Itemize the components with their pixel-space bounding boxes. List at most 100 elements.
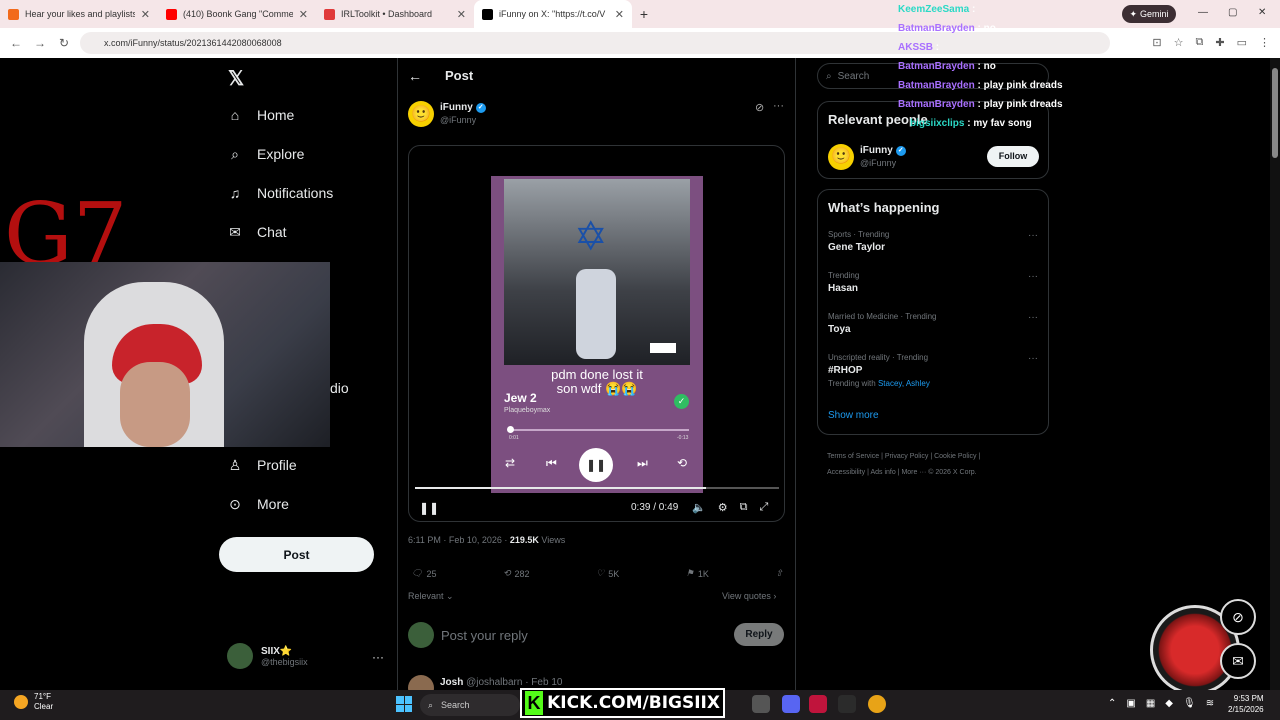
volume-icon[interactable]: 🔈 <box>692 501 706 514</box>
reply-button[interactable]: Reply <box>734 623 784 646</box>
chrome-icon[interactable] <box>868 695 886 713</box>
trend-item[interactable]: Sports · Trending Gene Taylor <box>828 230 889 253</box>
microphone-icon[interactable]: 🎙 <box>1183 698 1196 709</box>
chat-message: KeemZeeSama : <box>898 0 1098 19</box>
back-arrow-icon[interactable]: ← <box>4 36 28 50</box>
extension-icon[interactable]: ⧉ <box>1196 36 1204 49</box>
song-remaining: -0:13 <box>677 435 689 441</box>
grok-icon[interactable]: ⊘ <box>755 101 764 114</box>
show-more-link[interactable]: Show more <box>828 410 879 421</box>
avatar[interactable]: 🙂 <box>828 144 854 170</box>
trend-item[interactable]: Unscripted reality · Trending #RHOP Trendi… <box>828 353 930 388</box>
like-action[interactable]: ♡ 5K <box>596 568 619 579</box>
more-icon[interactable]: ··· <box>1028 271 1038 282</box>
tab-ifunny-x[interactable]: iFunny on X: "https://t.co/V ✕ <box>474 0 632 28</box>
youtube-icon <box>166 8 177 20</box>
reply-input[interactable]: Post your reply <box>441 628 528 643</box>
trend-item[interactable]: Trending Hasan <box>828 271 859 294</box>
app-icon[interactable] <box>809 695 827 713</box>
tray-app-icon[interactable]: ▦ <box>1146 698 1155 709</box>
gemini-button[interactable]: ✦ Gemini <box>1122 5 1176 23</box>
video-scrubber[interactable] <box>415 487 779 489</box>
more-icon[interactable]: ··· <box>1028 312 1038 323</box>
toolbar-icons: ⊡ ☆ ⧉ ✚ ▭ ⋮ <box>1152 36 1270 49</box>
pause-icon[interactable]: ❚❚ <box>419 501 439 515</box>
view-quotes-link[interactable]: View quotes › <box>722 591 776 601</box>
tray-app-icon[interactable]: ▣ <box>1126 698 1135 709</box>
video-player[interactable]: ✡ pdm done lost it son wdf 😭😭 Jew 2 Plaqu… <box>408 145 785 522</box>
tray-app-icon[interactable]: ◆ <box>1165 698 1173 709</box>
windows-start-icon[interactable] <box>396 696 412 712</box>
grok-float-icon[interactable]: ⊘ <box>1220 599 1256 635</box>
pip-icon[interactable]: ⧉ <box>740 501 748 514</box>
back-arrow-icon[interactable]: ← <box>408 68 422 84</box>
close-icon[interactable]: ✕ <box>141 8 150 21</box>
relevant-person-name[interactable]: iFunny ✓ <box>860 145 906 156</box>
relevant-person-handle: @iFunny <box>860 158 897 168</box>
bookmark-action[interactable]: ⚑ 1K <box>686 568 709 579</box>
nav-chat[interactable]: ✉ Chat <box>227 224 286 241</box>
star-icon[interactable]: ☆ <box>1174 36 1184 49</box>
trend-context: Unscripted reality · Trending <box>828 353 929 362</box>
fullscreen-icon[interactable]: ⤢ <box>759 501 768 514</box>
scrollbar[interactable] <box>1270 58 1280 690</box>
taskbar-search[interactable]: ⌕ Search <box>420 694 520 716</box>
weather-widget[interactable]: 71°F Clear <box>14 692 53 712</box>
maximize-button[interactable]: ▢ <box>1228 7 1237 18</box>
reply-author[interactable]: Josh @joshalbarn · Feb 10 <box>440 677 562 688</box>
author-name[interactable]: iFunny ✓ <box>440 102 486 113</box>
app-icon[interactable] <box>838 695 856 713</box>
more-icon[interactable]: ··· <box>1028 353 1038 364</box>
close-icon[interactable]: ✕ <box>457 8 466 21</box>
forward-arrow-icon[interactable]: → <box>28 36 52 50</box>
app-icon[interactable] <box>752 695 770 713</box>
taskbar-clock[interactable]: 9:53 PM 2/15/2026 <box>1228 693 1264 715</box>
post-timestamp[interactable]: 6:11 PM · Feb 10, 2026 · <box>408 535 510 545</box>
close-icon[interactable]: ✕ <box>615 8 624 21</box>
x-logo-icon[interactable]: 𝕏 <box>228 66 244 91</box>
menu-icon[interactable]: ⋮ <box>1259 36 1270 49</box>
repost-action[interactable]: ⟲ 282 <box>503 568 530 579</box>
reply-sort-dropdown[interactable]: Relevant ⌄ <box>408 591 454 602</box>
trend-item[interactable]: Married to Medicine · Trending Toya <box>828 312 937 335</box>
more-options-icon[interactable]: ··· <box>773 100 784 112</box>
account-switcher[interactable]: SIIX⭐ @thebigsiix <box>227 643 308 669</box>
repost-icon: ⟲ <box>503 568 511 578</box>
messages-float-icon[interactable]: ✉ <box>1220 643 1256 679</box>
puzzle-icon[interactable]: ✚ <box>1215 36 1224 49</box>
scrollbar-thumb[interactable] <box>1272 68 1278 158</box>
follow-button[interactable]: Follow <box>987 146 1039 167</box>
discord-icon[interactable] <box>782 695 800 713</box>
settings-gear-icon[interactable]: ⚙ <box>718 501 728 514</box>
webcam-person-face <box>120 362 190 447</box>
reply-action[interactable]: 🗨 25 <box>411 568 436 579</box>
author-handle[interactable]: @iFunny <box>440 115 476 125</box>
nav-explore[interactable]: ⌕ Explore <box>227 146 304 163</box>
account-more-icon[interactable]: ··· <box>372 650 384 664</box>
taskbar-search-label: Search <box>441 700 470 710</box>
tab-soundcloud[interactable]: Hear your likes and playlists, an ✕ <box>0 0 158 28</box>
wifi-icon[interactable]: ≋ <box>1206 698 1214 709</box>
more-icon[interactable]: ··· <box>1028 230 1038 241</box>
window-close-button[interactable]: ✕ <box>1258 7 1266 18</box>
song-progress <box>507 426 689 433</box>
tab-youtube[interactable]: (410) Boonk Gang "Comments ✕ <box>158 0 316 28</box>
nav-notifications[interactable]: ♫ Notifications <box>227 185 334 201</box>
trend-with-names[interactable]: Stacey, Ashley <box>878 379 930 388</box>
footer-links[interactable]: Terms of Service | Privacy Policy | Cook… <box>827 449 1047 465</box>
compose-post-button[interactable]: Post <box>219 537 374 572</box>
share-action[interactable]: ⇧ <box>775 568 783 579</box>
minimize-button[interactable]: — <box>1198 7 1208 18</box>
nav-profile[interactable]: ♙ Profile <box>227 457 297 474</box>
install-icon[interactable]: ⊡ <box>1152 36 1161 49</box>
footer-links[interactable]: Accessibility | Ads info | More ··· © 20… <box>827 465 1047 481</box>
chevron-up-icon[interactable]: ⌃ <box>1108 698 1116 709</box>
nav-home[interactable]: ⌂ Home <box>227 107 295 123</box>
close-icon[interactable]: ✕ <box>299 8 308 21</box>
author-avatar[interactable]: 🙂 <box>408 101 434 127</box>
sidebar-icon[interactable]: ▭ <box>1237 36 1247 49</box>
nav-more[interactable]: ⊙ More <box>227 496 289 513</box>
new-tab-button[interactable]: + <box>632 6 656 22</box>
tab-irltoolkit[interactable]: IRLToolkit • Dashboard ✕ <box>316 0 474 28</box>
reload-icon[interactable]: ↻ <box>52 36 76 50</box>
